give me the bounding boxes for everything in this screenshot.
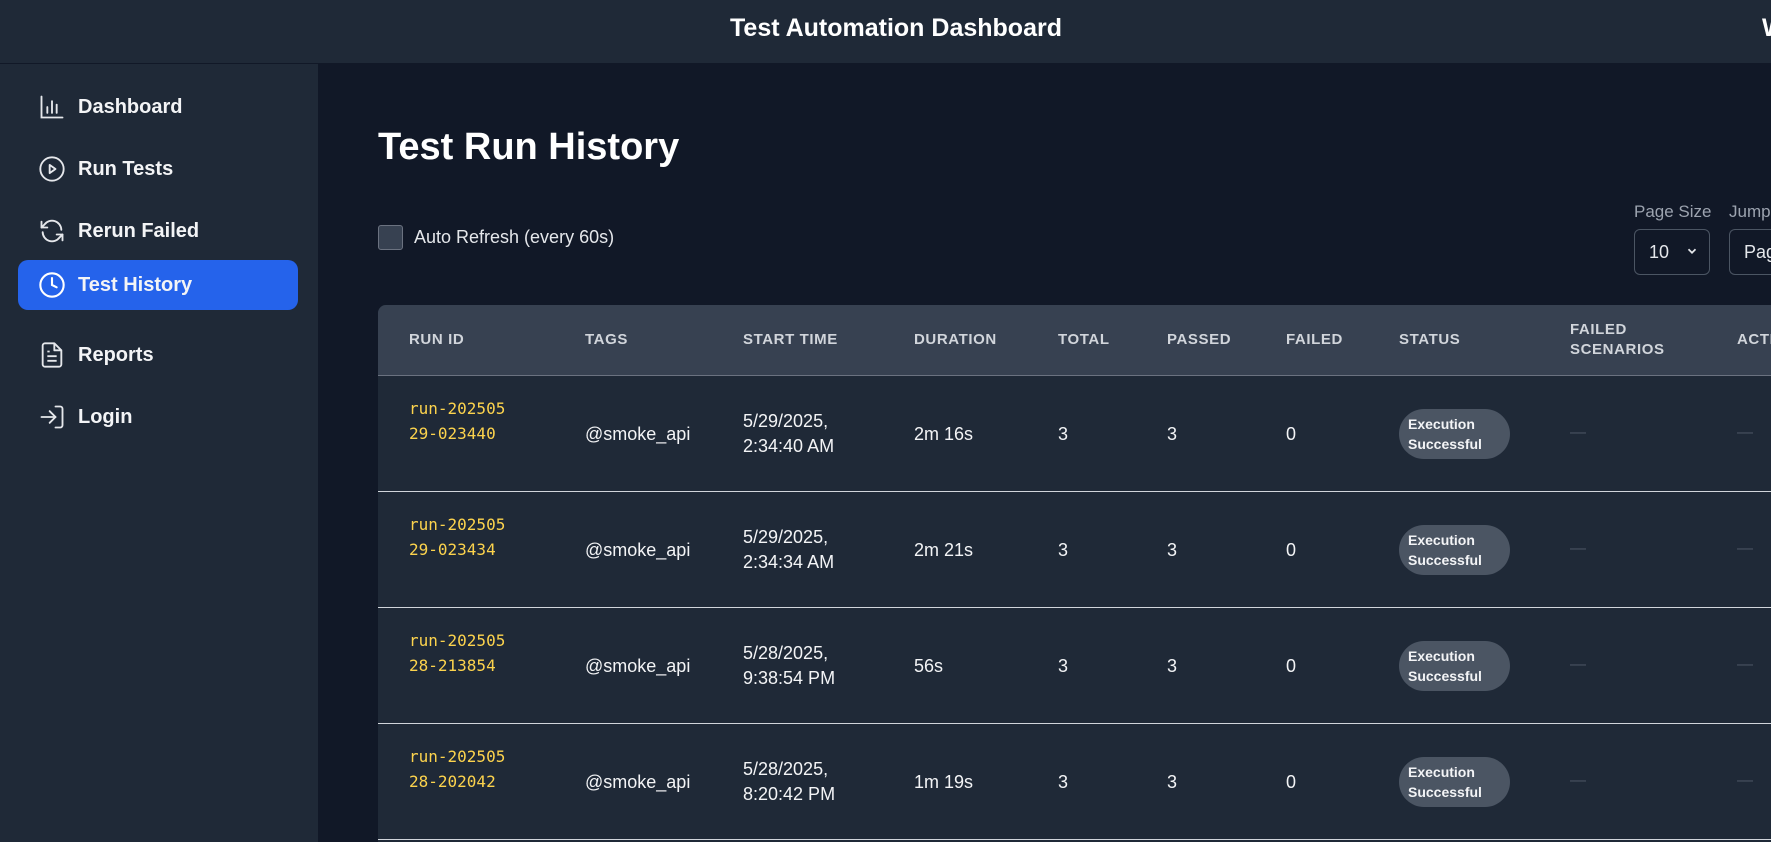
auto-refresh-label: Auto Refresh (every 60s): [414, 227, 615, 247]
user-menu[interactable]: W: [1762, 14, 1771, 43]
jump-value: Pag: [1744, 241, 1771, 262]
page-size-value: 10: [1649, 241, 1670, 262]
passed-cell: 3: [1167, 424, 1178, 444]
duration-cell: 2m 16s: [914, 424, 974, 444]
chevron-down-icon: [1687, 248, 1697, 254]
failed-cell: 0: [1286, 772, 1297, 792]
column-header-actions: ACTI: [1737, 331, 1771, 348]
actions-cell: —: [1737, 424, 1753, 441]
sidebar-item-login[interactable]: Login: [18, 392, 298, 442]
table-row: run-20250529-023440 @smoke_api 5/29/2025…: [378, 376, 1771, 492]
total-cell: 3: [1058, 656, 1069, 676]
auto-refresh-toggle[interactable]: Auto Refresh (every 60s): [378, 225, 614, 250]
column-header-start-time: START TIME: [743, 331, 838, 348]
jump-to-page-select[interactable]: Pag: [1729, 229, 1771, 275]
start-time-cell: 5/28/2025, 9:38:54 PM: [743, 643, 836, 688]
column-header-failed-scenarios: FAILED SCENARIOS: [1570, 321, 1665, 358]
main-content: Test Run History Auto Refresh (every 60s…: [318, 64, 1771, 842]
actions-cell: —: [1737, 540, 1753, 557]
column-header-run-id: RUN ID: [409, 331, 465, 348]
table-row: run-20250528-202042 @smoke_api 5/28/2025…: [378, 724, 1771, 840]
run-id-link[interactable]: run-20250529-023434: [409, 512, 509, 562]
total-cell: 3: [1058, 424, 1069, 444]
top-bar: Test Automation Dashboard W: [0, 0, 1771, 64]
failed-scenarios-cell: —: [1570, 772, 1586, 789]
duration-cell: 1m 19s: [914, 772, 974, 792]
page-title: Test Run History: [378, 126, 680, 168]
login-icon: [38, 403, 66, 431]
app-title: Test Automation Dashboard: [730, 14, 1062, 42]
sidebar-item-label: Login: [78, 405, 133, 428]
sidebar-item-label: Test History: [78, 273, 193, 296]
table-header: RUN ID TAGS START TIME DURATION TOTAL PA…: [378, 305, 1771, 376]
tags-cell: @smoke_api: [585, 424, 691, 444]
table-row: run-20250529-023434 @smoke_api 5/29/2025…: [378, 492, 1771, 608]
status-badge: Execution Successful: [1399, 757, 1510, 807]
actions-cell: —: [1737, 772, 1753, 789]
failed-cell: 0: [1286, 656, 1297, 676]
passed-cell: 3: [1167, 656, 1178, 676]
tags-cell: @smoke_api: [585, 772, 691, 792]
play-circle-icon: [38, 155, 66, 183]
sidebar-item-label: Rerun Failed: [78, 219, 200, 242]
page-size-label: Page Size: [1634, 202, 1712, 221]
sidebar: Dashboard Run Tests Rerun Failed Test Hi…: [0, 64, 318, 842]
failed-cell: 0: [1286, 540, 1297, 560]
column-header-failed: FAILED: [1286, 331, 1343, 348]
status-badge: Execution Successful: [1399, 525, 1510, 575]
duration-cell: 56s: [914, 656, 944, 676]
sidebar-item-label: Reports: [78, 343, 154, 366]
failed-scenarios-cell: —: [1570, 540, 1586, 557]
total-cell: 3: [1058, 540, 1069, 560]
passed-cell: 3: [1167, 540, 1178, 560]
run-history-table: RUN ID TAGS START TIME DURATION TOTAL PA…: [378, 305, 1771, 842]
column-header-status: STATUS: [1399, 331, 1461, 348]
failed-cell: 0: [1286, 424, 1297, 444]
status-badge: Execution Successful: [1399, 641, 1510, 691]
sidebar-item-run-tests[interactable]: Run Tests: [18, 144, 298, 194]
run-id-link[interactable]: run-20250528-202042: [409, 744, 509, 794]
table-row: run-20250528-213854 @smoke_api 5/28/2025…: [378, 608, 1771, 724]
sidebar-item-label: Dashboard: [78, 95, 183, 118]
run-id-link[interactable]: run-20250529-023440: [409, 396, 509, 446]
start-time-cell: 5/29/2025, 2:34:34 AM: [743, 527, 835, 572]
tags-cell: @smoke_api: [585, 656, 691, 676]
sidebar-item-reports[interactable]: Reports: [18, 330, 298, 380]
start-time-cell: 5/29/2025, 2:34:40 AM: [743, 411, 835, 456]
total-cell: 3: [1058, 772, 1069, 792]
duration-cell: 2m 21s: [914, 540, 974, 560]
sidebar-item-dashboard[interactable]: Dashboard: [18, 82, 298, 132]
failed-scenarios-cell: —: [1570, 424, 1586, 441]
run-id-link[interactable]: run-20250528-213854: [409, 628, 509, 678]
auto-refresh-checkbox[interactable]: [378, 225, 403, 250]
clock-icon: [38, 271, 66, 299]
sidebar-item-rerun-failed[interactable]: Rerun Failed: [18, 206, 298, 256]
sidebar-item-label: Run Tests: [78, 157, 174, 180]
column-header-total: TOTAL: [1058, 331, 1110, 348]
sidebar-item-test-history[interactable]: Test History: [18, 260, 298, 310]
column-header-passed: PASSED: [1167, 331, 1232, 348]
document-icon: [38, 341, 66, 369]
column-header-tags: TAGS: [585, 331, 628, 348]
failed-scenarios-cell: —: [1570, 656, 1586, 673]
column-header-duration: DURATION: [914, 331, 997, 348]
jump-label: Jump: [1729, 202, 1771, 221]
bar-chart-icon: [38, 93, 66, 121]
status-badge: Execution Successful: [1399, 409, 1510, 459]
start-time-cell: 5/28/2025, 8:20:42 PM: [743, 759, 836, 804]
page-size-select[interactable]: 10: [1634, 229, 1710, 275]
tags-cell: @smoke_api: [585, 540, 691, 560]
passed-cell: 3: [1167, 772, 1178, 792]
refresh-icon: [38, 217, 66, 245]
actions-cell: —: [1737, 656, 1753, 673]
